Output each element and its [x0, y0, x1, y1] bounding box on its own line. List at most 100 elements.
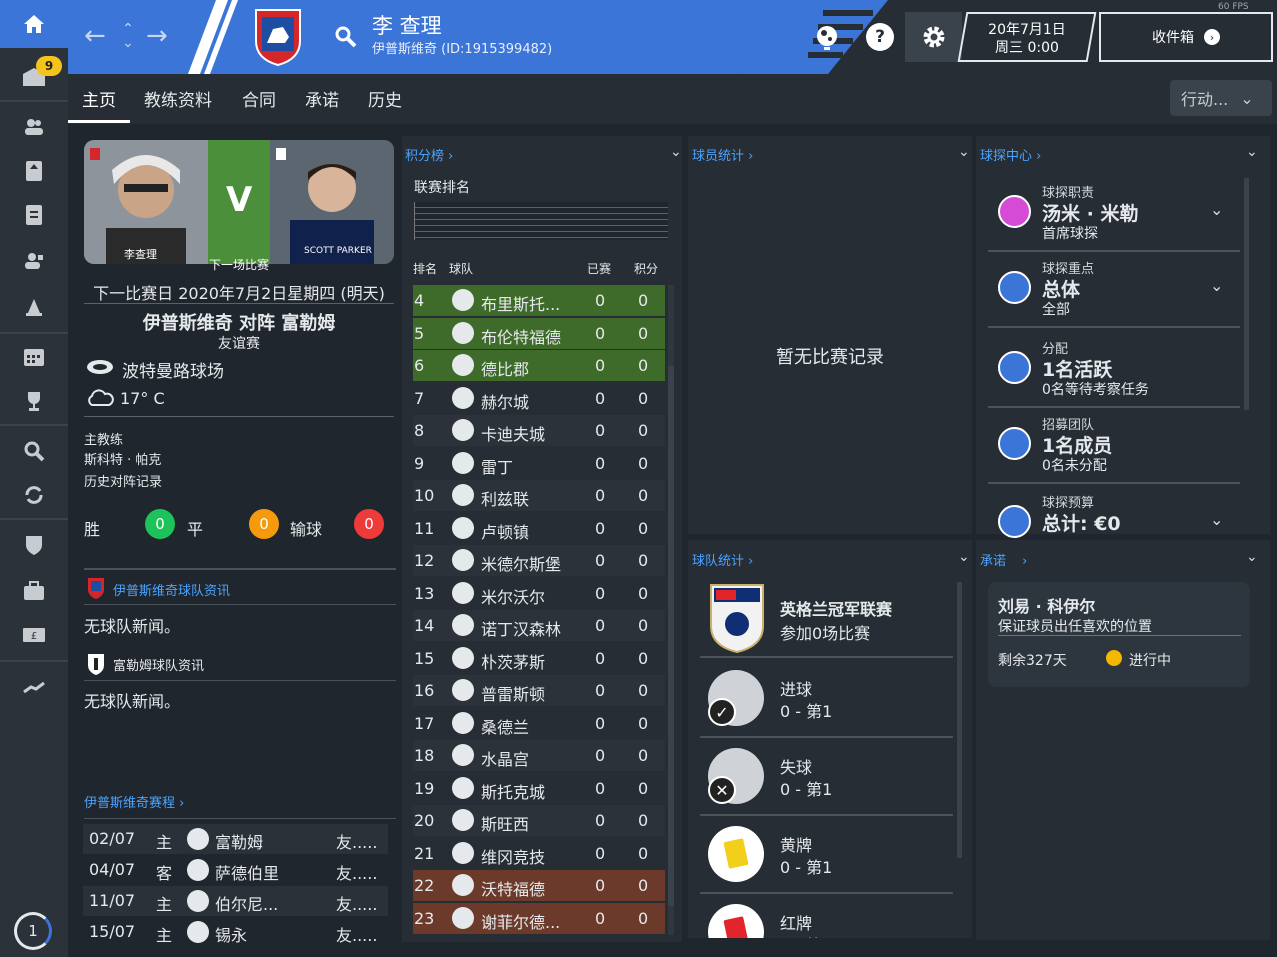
home-nav-button[interactable]	[0, 0, 68, 48]
table-team[interactable]: 卡迪夫城	[481, 421, 545, 445]
table-row[interactable]: 18 水晶宫 0 0	[413, 740, 665, 771]
table-team[interactable]: 水晶宫	[481, 746, 529, 770]
tab-history[interactable]: 历史	[368, 86, 402, 111]
table-team[interactable]: 诺丁汉森林	[481, 616, 561, 640]
table-team[interactable]: 维冈竞技	[481, 844, 545, 868]
table-row[interactable]: 16 普雷斯顿 0 0	[413, 675, 665, 706]
finances-nav-button[interactable]: £	[0, 618, 68, 652]
table-team[interactable]: 利兹联	[481, 486, 529, 510]
manager-name[interactable]: 李 查理	[372, 10, 442, 40]
table-team[interactable]: 谢菲尔德...	[481, 909, 560, 933]
player-stats-title[interactable]: 球员统计 ›	[692, 145, 753, 164]
table-row[interactable]: 8 卡迪夫城 0 0	[413, 415, 665, 446]
tactics-nav-button[interactable]	[0, 198, 68, 232]
table-team[interactable]: 米德尔斯堡	[481, 551, 561, 575]
dynamics-nav-button[interactable]	[0, 154, 68, 188]
tab-promises[interactable]: 承诺	[305, 86, 339, 111]
col-played[interactable]: 已赛	[587, 260, 611, 277]
table-row[interactable]: 21 维冈竞技 0 0	[413, 837, 665, 869]
team-stat-label[interactable]: 失球	[780, 754, 812, 778]
scout-item-value[interactable]: 1名成员	[1042, 431, 1112, 458]
chevron-down-icon[interactable]: ⌄	[958, 549, 970, 565]
table-team[interactable]: 布里斯托...	[481, 291, 560, 315]
team-stat-label[interactable]: 红牌	[780, 910, 812, 934]
social-button[interactable]	[812, 22, 842, 52]
promises-title[interactable]: 承诺 ›	[980, 550, 1027, 569]
table-row[interactable]: 9 雷丁 0 0	[413, 447, 665, 479]
table-row[interactable]: 23 谢菲尔德... 0 0	[413, 902, 665, 934]
tab-home[interactable]: 主页	[82, 86, 116, 111]
chevron-down-icon[interactable]: ⌄	[1210, 510, 1223, 529]
chevron-down-icon[interactable]: ⌄	[1246, 144, 1258, 160]
chevron-down-icon[interactable]: ⌄	[958, 144, 970, 160]
table-row[interactable]: 11 卢顿镇 0 0	[413, 512, 665, 544]
settings-button[interactable]	[905, 12, 962, 62]
continue-progress-ring[interactable]: 1	[14, 912, 52, 950]
team-stats-title[interactable]: 球队统计 ›	[692, 550, 753, 569]
action-dropdown[interactable]: 行动... ⌄	[1170, 80, 1272, 116]
chevron-down-icon[interactable]: ⌄	[1210, 200, 1223, 219]
fixture-team[interactable]: 富勒姆	[215, 829, 263, 853]
col-rank[interactable]: 排名	[413, 260, 437, 277]
fixture-row[interactable]: 04/07 客 萨德伯里 友.....	[83, 855, 388, 885]
table-team[interactable]: 布伦特福德	[481, 324, 561, 348]
staff-nav-button[interactable]	[0, 244, 68, 278]
schedule-nav-button[interactable]	[0, 340, 68, 374]
table-row[interactable]: 6 德比郡 0 0	[413, 350, 665, 381]
table-team[interactable]: 朴茨茅斯	[481, 649, 545, 673]
coach-name[interactable]: 斯科特 · 帕克	[84, 449, 161, 468]
history-button[interactable]: ⌃ ⌄	[119, 22, 137, 52]
team-stats-scrollbar[interactable]	[957, 582, 962, 858]
team-stat-label[interactable]: 进球	[780, 676, 812, 700]
table-row[interactable]: 14 诺丁汉森林 0 0	[413, 610, 665, 641]
business-nav-button[interactable]	[0, 574, 68, 608]
fixture-row[interactable]: 15/07 主 锡永 友.....	[83, 917, 388, 947]
scouting-nav-button[interactable]	[0, 434, 68, 468]
squad-nav-button[interactable]	[0, 110, 68, 144]
scouting-title[interactable]: 球探中心 ›	[980, 145, 1041, 164]
club-crest-icon[interactable]	[253, 7, 303, 67]
table-team[interactable]: 桑德兰	[481, 714, 529, 738]
forward-button[interactable]: →	[146, 22, 172, 52]
search-icon[interactable]	[334, 25, 358, 49]
table-row[interactable]: 10 利兹联 0 0	[413, 480, 665, 511]
chevron-down-icon[interactable]: ⌄	[670, 144, 682, 160]
scout-item-value[interactable]: 汤米 · 米勒	[1042, 199, 1138, 226]
stadium-name[interactable]: 波特曼路球场	[122, 357, 224, 382]
fixture-row[interactable]: 02/07 主 富勒姆 友.....	[83, 824, 388, 854]
fixture-team[interactable]: 锡永	[215, 922, 247, 946]
home-news-title[interactable]: 伊普斯维奇球队资讯	[113, 580, 230, 599]
table-team[interactable]: 赫尔城	[481, 389, 529, 413]
training-nav-button[interactable]	[0, 290, 68, 324]
col-team[interactable]: 球队	[449, 260, 473, 277]
table-team[interactable]: 沃特福德	[481, 876, 545, 900]
table-row[interactable]: 22 沃特福德 0 0	[413, 870, 665, 901]
table-title[interactable]: 积分榜 ›	[405, 145, 453, 164]
tab-contract[interactable]: 合同	[242, 86, 276, 111]
table-team[interactable]: 米尔沃尔	[481, 584, 545, 608]
scouting-scrollbar[interactable]	[1244, 178, 1249, 410]
stats-nav-button[interactable]	[0, 670, 68, 704]
help-button[interactable]: ?	[866, 23, 894, 51]
col-points[interactable]: 积分	[634, 260, 658, 277]
table-row[interactable]: 15 朴茨茅斯 0 0	[413, 642, 665, 674]
team-stat-label[interactable]: 黄牌	[780, 832, 812, 856]
table-row[interactable]: 20 斯旺西 0 0	[413, 805, 665, 836]
match-teams[interactable]: 伊普斯维奇 对阵 富勒姆	[84, 309, 394, 335]
promise-player-name[interactable]: 刘易 · 科伊尔	[998, 593, 1095, 617]
competitions-nav-button[interactable]	[0, 384, 68, 418]
table-team[interactable]: 德比郡	[481, 356, 529, 380]
fixture-team[interactable]: 萨德伯里	[215, 860, 279, 884]
next-match-banner[interactable]: V 李查理 SCOTT PARKER	[84, 140, 394, 264]
away-news-title[interactable]: 富勒姆球队资讯	[113, 655, 204, 674]
chevron-down-icon[interactable]: ⌄	[1246, 549, 1258, 565]
table-team[interactable]: 斯旺西	[481, 811, 529, 835]
club-nav-button[interactable]	[0, 528, 68, 562]
table-team[interactable]: 雷丁	[481, 454, 513, 478]
league-name[interactable]: 英格兰冠军联赛	[780, 596, 892, 620]
transfers-nav-button[interactable]	[0, 478, 68, 512]
fixtures-title[interactable]: 伊普斯维奇赛程 ›	[84, 792, 184, 811]
table-row[interactable]: 4 布里斯托... 0 0	[413, 285, 665, 316]
table-team[interactable]: 斯托克城	[481, 779, 545, 803]
fixture-row[interactable]: 11/07 主 伯尔尼... 友.....	[83, 886, 388, 916]
